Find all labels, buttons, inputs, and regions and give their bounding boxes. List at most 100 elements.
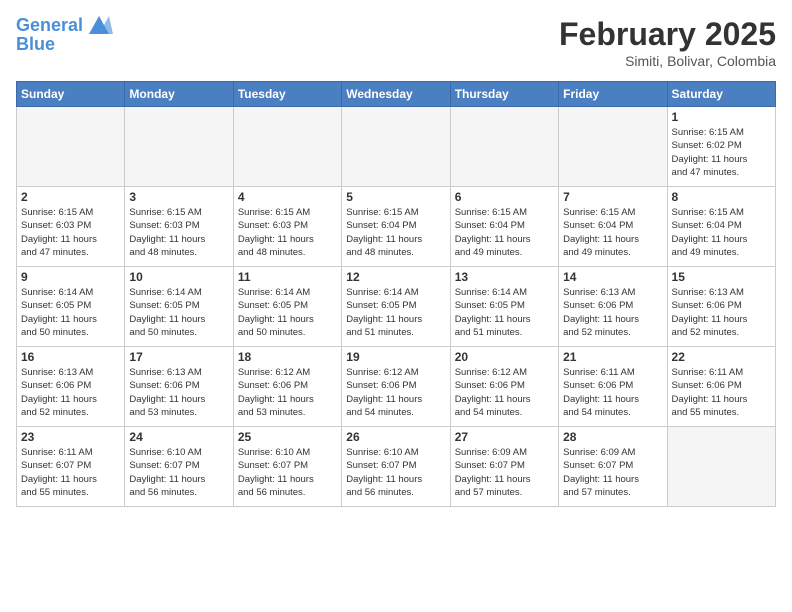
- day-header-wednesday: Wednesday: [342, 82, 450, 107]
- day-info: Sunrise: 6:10 AM Sunset: 6:07 PM Dayligh…: [129, 446, 228, 499]
- calendar-cell: 4 Sunrise: 6:15 AM Sunset: 6:03 PM Daylig…: [233, 187, 341, 267]
- week-row-1: 1Sunrise: 6:15 AM Sunset: 6:02 PM Daylig…: [17, 107, 776, 187]
- day-number: 10: [129, 270, 228, 284]
- day-number: 26: [346, 430, 445, 444]
- title-block: February 2025 Simiti, Bolivar, Colombia: [559, 16, 776, 69]
- logo-blue: Blue: [16, 34, 113, 55]
- calendar-cell: [233, 107, 341, 187]
- day-info: Sunrise: 6:15 AM Sunset: 6:04 PM Dayligh…: [672, 206, 771, 259]
- day-number: 27: [455, 430, 554, 444]
- calendar-cell: 15Sunrise: 6:13 AM Sunset: 6:06 PM Dayli…: [667, 267, 775, 347]
- day-header-thursday: Thursday: [450, 82, 558, 107]
- week-row-3: 9 Sunrise: 6:14 AM Sunset: 6:05 PM Daylig…: [17, 267, 776, 347]
- day-header-monday: Monday: [125, 82, 233, 107]
- calendar-cell: 18 Sunrise: 6:12 AM Sunset: 6:06 PM Dayli…: [233, 347, 341, 427]
- day-header-saturday: Saturday: [667, 82, 775, 107]
- day-info: Sunrise: 6:15 AM Sunset: 6:04 PM Dayligh…: [346, 206, 445, 259]
- day-info: Sunrise: 6:13 AM Sunset: 6:06 PM Dayligh…: [563, 286, 662, 339]
- calendar-cell: 10 Sunrise: 6:14 AM Sunset: 6:05 PM Dayli…: [125, 267, 233, 347]
- day-info: Sunrise: 6:15 AM Sunset: 6:02 PM Dayligh…: [672, 126, 771, 179]
- calendar-cell: 13 Sunrise: 6:14 AM Sunset: 6:05 PM Dayli…: [450, 267, 558, 347]
- day-header-sunday: Sunday: [17, 82, 125, 107]
- day-number: 17: [129, 350, 228, 364]
- day-info: Sunrise: 6:14 AM Sunset: 6:05 PM Dayligh…: [238, 286, 337, 339]
- day-number: 25: [238, 430, 337, 444]
- logo: General Blue: [16, 16, 113, 55]
- day-header-tuesday: Tuesday: [233, 82, 341, 107]
- calendar-cell: 5 Sunrise: 6:15 AM Sunset: 6:04 PM Daylig…: [342, 187, 450, 267]
- day-number: 2: [21, 190, 120, 204]
- day-info: Sunrise: 6:11 AM Sunset: 6:07 PM Dayligh…: [21, 446, 120, 499]
- calendar-cell: 25 Sunrise: 6:10 AM Sunset: 6:07 PM Dayli…: [233, 427, 341, 507]
- day-number: 4: [238, 190, 337, 204]
- header-row: SundayMondayTuesdayWednesdayThursdayFrid…: [17, 82, 776, 107]
- day-info: Sunrise: 6:15 AM Sunset: 6:03 PM Dayligh…: [21, 206, 120, 259]
- day-info: Sunrise: 6:12 AM Sunset: 6:06 PM Dayligh…: [238, 366, 337, 419]
- day-number: 11: [238, 270, 337, 284]
- day-number: 9: [21, 270, 120, 284]
- calendar-cell: 21 Sunrise: 6:11 AM Sunset: 6:06 PM Dayli…: [559, 347, 667, 427]
- day-info: Sunrise: 6:15 AM Sunset: 6:04 PM Dayligh…: [563, 206, 662, 259]
- calendar-cell: 9 Sunrise: 6:14 AM Sunset: 6:05 PM Daylig…: [17, 267, 125, 347]
- calendar-cell: 28Sunrise: 6:09 AM Sunset: 6:07 PM Dayli…: [559, 427, 667, 507]
- day-info: Sunrise: 6:14 AM Sunset: 6:05 PM Dayligh…: [346, 286, 445, 339]
- day-number: 19: [346, 350, 445, 364]
- day-info: Sunrise: 6:15 AM Sunset: 6:03 PM Dayligh…: [129, 206, 228, 259]
- calendar-cell: 19 Sunrise: 6:12 AM Sunset: 6:06 PM Dayli…: [342, 347, 450, 427]
- calendar-cell: 22Sunrise: 6:11 AM Sunset: 6:06 PM Dayli…: [667, 347, 775, 427]
- calendar-cell: [559, 107, 667, 187]
- day-number: 8: [672, 190, 771, 204]
- day-number: 28: [563, 430, 662, 444]
- day-number: 16: [21, 350, 120, 364]
- day-info: Sunrise: 6:11 AM Sunset: 6:06 PM Dayligh…: [563, 366, 662, 419]
- day-info: Sunrise: 6:15 AM Sunset: 6:04 PM Dayligh…: [455, 206, 554, 259]
- calendar-cell: 1Sunrise: 6:15 AM Sunset: 6:02 PM Daylig…: [667, 107, 775, 187]
- day-info: Sunrise: 6:13 AM Sunset: 6:06 PM Dayligh…: [21, 366, 120, 419]
- calendar-cell: 17 Sunrise: 6:13 AM Sunset: 6:06 PM Dayli…: [125, 347, 233, 427]
- day-number: 18: [238, 350, 337, 364]
- calendar-cell: 20 Sunrise: 6:12 AM Sunset: 6:06 PM Dayli…: [450, 347, 558, 427]
- day-info: Sunrise: 6:10 AM Sunset: 6:07 PM Dayligh…: [346, 446, 445, 499]
- calendar-cell: 12 Sunrise: 6:14 AM Sunset: 6:05 PM Dayli…: [342, 267, 450, 347]
- day-info: Sunrise: 6:12 AM Sunset: 6:06 PM Dayligh…: [455, 366, 554, 419]
- month-title: February 2025: [559, 16, 776, 53]
- calendar-cell: 14 Sunrise: 6:13 AM Sunset: 6:06 PM Dayli…: [559, 267, 667, 347]
- day-number: 24: [129, 430, 228, 444]
- day-info: Sunrise: 6:10 AM Sunset: 6:07 PM Dayligh…: [238, 446, 337, 499]
- day-number: 21: [563, 350, 662, 364]
- day-number: 20: [455, 350, 554, 364]
- day-header-friday: Friday: [559, 82, 667, 107]
- day-info: Sunrise: 6:15 AM Sunset: 6:03 PM Dayligh…: [238, 206, 337, 259]
- week-row-2: 2 Sunrise: 6:15 AM Sunset: 6:03 PM Daylig…: [17, 187, 776, 267]
- day-number: 5: [346, 190, 445, 204]
- day-number: 12: [346, 270, 445, 284]
- day-info: Sunrise: 6:13 AM Sunset: 6:06 PM Dayligh…: [129, 366, 228, 419]
- day-info: Sunrise: 6:14 AM Sunset: 6:05 PM Dayligh…: [21, 286, 120, 339]
- day-number: 7: [563, 190, 662, 204]
- day-info: Sunrise: 6:12 AM Sunset: 6:06 PM Dayligh…: [346, 366, 445, 419]
- day-number: 23: [21, 430, 120, 444]
- calendar-cell: 24 Sunrise: 6:10 AM Sunset: 6:07 PM Dayli…: [125, 427, 233, 507]
- day-info: Sunrise: 6:14 AM Sunset: 6:05 PM Dayligh…: [129, 286, 228, 339]
- calendar-cell: [450, 107, 558, 187]
- calendar-cell: [17, 107, 125, 187]
- calendar-cell: [125, 107, 233, 187]
- day-number: 15: [672, 270, 771, 284]
- day-number: 3: [129, 190, 228, 204]
- calendar-cell: 16 Sunrise: 6:13 AM Sunset: 6:06 PM Dayli…: [17, 347, 125, 427]
- day-number: 14: [563, 270, 662, 284]
- calendar-cell: 8 Sunrise: 6:15 AM Sunset: 6:04 PM Daylig…: [667, 187, 775, 267]
- calendar-cell: 3 Sunrise: 6:15 AM Sunset: 6:03 PM Daylig…: [125, 187, 233, 267]
- calendar-cell: 26 Sunrise: 6:10 AM Sunset: 6:07 PM Dayli…: [342, 427, 450, 507]
- calendar-cell: 23 Sunrise: 6:11 AM Sunset: 6:07 PM Dayli…: [17, 427, 125, 507]
- day-info: Sunrise: 6:14 AM Sunset: 6:05 PM Dayligh…: [455, 286, 554, 339]
- page-header: General Blue February 2025 Simiti, Boliv…: [16, 16, 776, 69]
- calendar-cell: [667, 427, 775, 507]
- day-number: 13: [455, 270, 554, 284]
- logo-text: General: [16, 16, 83, 36]
- day-info: Sunrise: 6:09 AM Sunset: 6:07 PM Dayligh…: [455, 446, 554, 499]
- day-number: 6: [455, 190, 554, 204]
- calendar-cell: [342, 107, 450, 187]
- week-row-5: 23 Sunrise: 6:11 AM Sunset: 6:07 PM Dayli…: [17, 427, 776, 507]
- calendar-cell: 6 Sunrise: 6:15 AM Sunset: 6:04 PM Daylig…: [450, 187, 558, 267]
